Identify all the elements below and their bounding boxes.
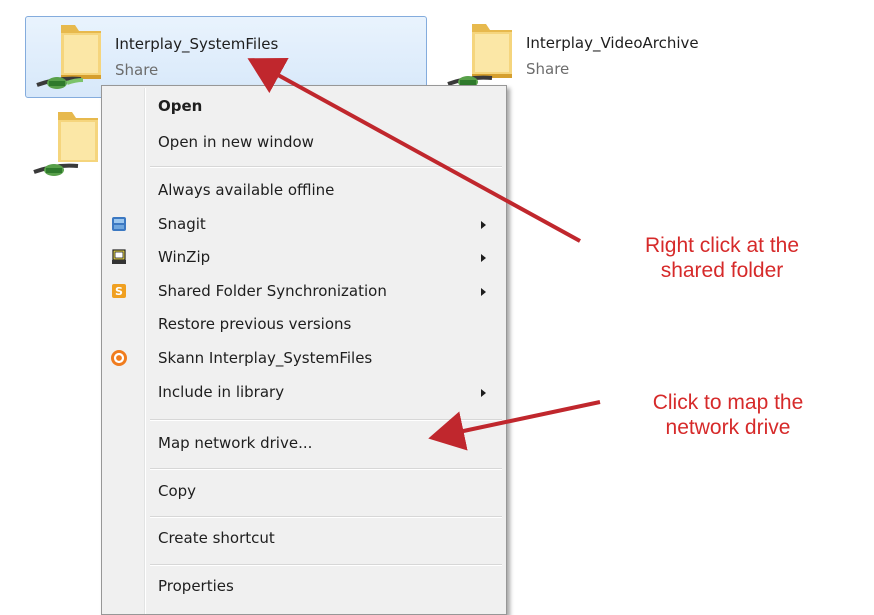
annotation-line: network drive (665, 416, 791, 439)
annotation-line: Click to map the (652, 391, 804, 414)
annotation-right-click: Right click at the shared folder (612, 233, 832, 283)
annotation-line: shared folder (660, 259, 784, 282)
arrow-to-shared-folder (247, 58, 581, 243)
annotation-map-drive: Click to map the network drive (618, 390, 838, 440)
arrow-to-map-network-drive (428, 400, 601, 451)
annotation-line: Right click at the (644, 234, 800, 257)
annotation-arrows (247, 58, 601, 451)
